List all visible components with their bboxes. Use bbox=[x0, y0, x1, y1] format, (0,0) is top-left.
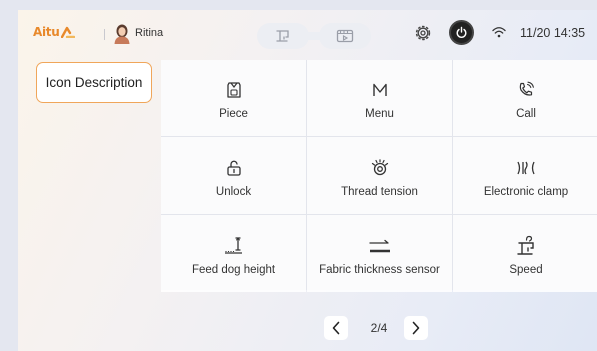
film-mode-icon bbox=[336, 29, 354, 43]
header-divider bbox=[104, 29, 105, 40]
icon-label: Thread tension bbox=[341, 185, 418, 198]
feed-dog-height-icon bbox=[222, 234, 246, 258]
icon-item-electronic-clamp[interactable]: Electronic clamp bbox=[453, 137, 597, 214]
icon-label: Fabric thickness sensor bbox=[319, 263, 440, 276]
icon-label: Electronic clamp bbox=[483, 185, 569, 198]
icon-grid: Piece Menu Call Unlock Thread tension El… bbox=[161, 60, 597, 292]
icon-label: Menu bbox=[365, 108, 394, 120]
machine-mode-icon bbox=[276, 30, 289, 42]
icon-item-thread-tension[interactable]: Thread tension bbox=[307, 137, 452, 214]
top-bar: Aitu Ritina 11/20 14:35 bbox=[18, 10, 597, 56]
app-screen: Aitu Ritina 11/20 14:35 Icon Description… bbox=[18, 10, 597, 351]
menu-icon bbox=[368, 78, 392, 102]
page-indicator: 2/4 bbox=[370, 321, 388, 335]
avatar[interactable] bbox=[113, 24, 131, 44]
icon-item-menu[interactable]: Menu bbox=[307, 60, 452, 136]
user-name: Ritina bbox=[135, 27, 164, 39]
icon-item-fabric-thickness[interactable]: Fabric thickness sensor bbox=[307, 215, 452, 292]
power-button[interactable] bbox=[449, 20, 474, 45]
speed-icon bbox=[514, 234, 538, 258]
tab-icon-description[interactable]: Icon Description bbox=[36, 62, 152, 103]
next-page-button[interactable] bbox=[404, 316, 428, 340]
brand-mark-icon bbox=[61, 26, 76, 38]
brand-logo: Aitu bbox=[33, 25, 76, 39]
icon-item-piece[interactable]: Piece bbox=[161, 60, 306, 136]
icon-item-speed[interactable]: Speed bbox=[453, 215, 597, 292]
icon-label: Speed bbox=[509, 263, 543, 276]
brand-name: Aitu bbox=[33, 25, 60, 39]
clock: 11/20 14:35 bbox=[520, 26, 586, 40]
electronic-clamp-icon bbox=[514, 156, 538, 180]
icon-label: Piece bbox=[219, 108, 248, 120]
fabric-thickness-icon bbox=[368, 234, 392, 258]
chevron-left-icon bbox=[332, 321, 340, 335]
piece-icon bbox=[222, 78, 246, 102]
wifi-icon bbox=[492, 27, 506, 38]
machine-mode-button[interactable] bbox=[257, 23, 309, 49]
pagination: 2/4 bbox=[324, 316, 434, 340]
icon-label: Unlock bbox=[215, 185, 252, 198]
icon-item-unlock[interactable]: Unlock bbox=[161, 137, 306, 214]
power-icon bbox=[456, 26, 467, 38]
previous-page-button[interactable] bbox=[324, 316, 348, 340]
icon-item-call[interactable]: Call bbox=[453, 60, 597, 136]
chevron-right-icon bbox=[412, 321, 420, 335]
film-mode-button[interactable] bbox=[319, 23, 371, 49]
mode-switch bbox=[257, 23, 371, 49]
call-icon bbox=[514, 78, 538, 102]
unlock-icon bbox=[222, 156, 246, 180]
thread-tension-icon bbox=[368, 156, 392, 180]
icon-label: Call bbox=[516, 108, 536, 120]
icon-item-feed-dog-height[interactable]: Feed dog height bbox=[161, 215, 306, 292]
icon-label: Feed dog height bbox=[191, 263, 276, 276]
gear-icon[interactable] bbox=[412, 22, 434, 44]
